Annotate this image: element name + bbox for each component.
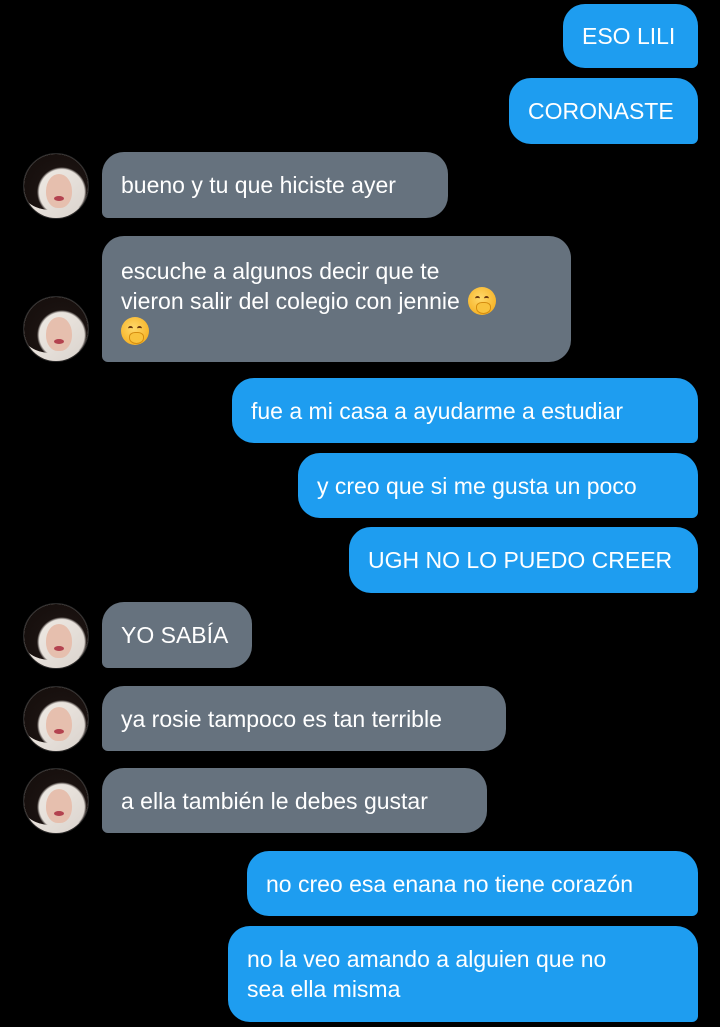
received-message-bubble[interactable]: a ella también le debes gustar bbox=[102, 768, 487, 833]
message-text: UGH NO LO PUEDO CREER bbox=[368, 547, 673, 573]
message-text-block: escuche a algunos decir que te vieron sa… bbox=[121, 256, 497, 346]
sent-message-bubble[interactable]: CORONASTE bbox=[509, 78, 698, 144]
message-text: escuche a algunos decir que te bbox=[121, 258, 440, 284]
message-text: vieron salir del colegio con jennie bbox=[121, 288, 460, 314]
message-text: ya rosie tampoco es tan terrible bbox=[121, 705, 442, 732]
message-text: fue a mi casa a ayudarme a estudiar bbox=[251, 397, 624, 424]
message-text: no la veo amando a alguien que no bbox=[247, 946, 607, 972]
shushing-face-icon bbox=[121, 317, 149, 345]
message-text: sea ella misma bbox=[247, 976, 401, 1002]
received-message-bubble[interactable]: ya rosie tampoco es tan terrible bbox=[102, 686, 506, 751]
contact-avatar[interactable] bbox=[23, 296, 89, 362]
message-text: bueno y tu que hiciste ayer bbox=[121, 172, 396, 198]
sent-message-bubble[interactable]: UGH NO LO PUEDO CREER bbox=[349, 527, 698, 593]
sent-message-bubble[interactable]: ESO LILI bbox=[563, 4, 698, 68]
contact-avatar[interactable] bbox=[23, 768, 89, 834]
received-message-bubble[interactable]: bueno y tu que hiciste ayer bbox=[102, 152, 448, 218]
received-message-bubble[interactable]: escuche a algunos decir que te vieron sa… bbox=[102, 236, 571, 362]
message-text: CORONASTE bbox=[528, 98, 674, 124]
sent-message-bubble[interactable]: fue a mi casa a ayudarme a estudiar bbox=[232, 378, 698, 443]
contact-avatar[interactable] bbox=[23, 686, 89, 752]
message-text-block: no la veo amando a alguien que no sea el… bbox=[247, 944, 606, 1004]
contact-avatar[interactable] bbox=[23, 603, 89, 669]
message-text: y creo que si me gusta un poco bbox=[317, 472, 637, 499]
shushing-face-icon bbox=[468, 287, 497, 315]
contact-avatar[interactable] bbox=[23, 153, 89, 219]
sent-message-bubble[interactable]: no creo esa enana no tiene corazón bbox=[247, 851, 698, 916]
message-text: no creo esa enana no tiene corazón bbox=[266, 870, 633, 897]
sent-message-bubble[interactable]: y creo que si me gusta un poco bbox=[298, 453, 698, 518]
message-text: ESO LILI bbox=[582, 23, 676, 49]
message-text: a ella también le debes gustar bbox=[121, 787, 428, 814]
received-message-bubble[interactable]: YO SABÍA bbox=[102, 602, 252, 668]
message-text: YO SABÍA bbox=[121, 622, 229, 648]
sent-message-bubble[interactable]: no la veo amando a alguien que no sea el… bbox=[228, 926, 698, 1022]
